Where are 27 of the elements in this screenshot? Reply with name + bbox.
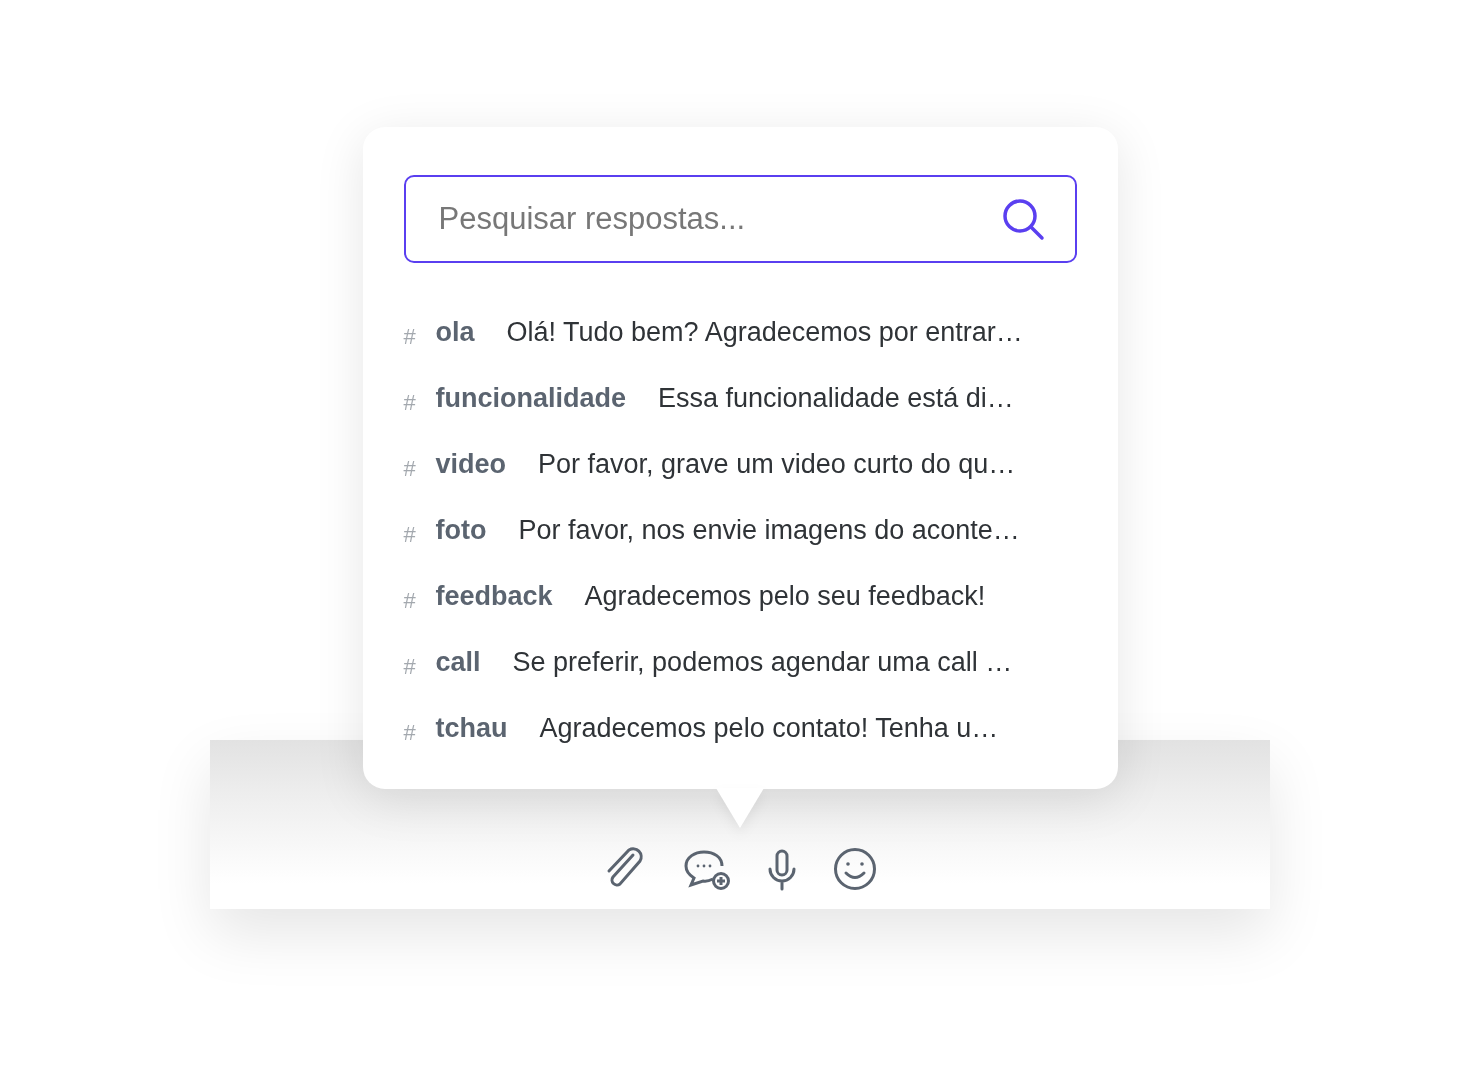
hash-mark: # <box>403 521 417 549</box>
reply-preview[interactable]: Agradecemos pelo contato! Tenha u… <box>539 708 999 749</box>
smiley-icon[interactable] <box>833 847 877 891</box>
reply-shortcut[interactable]: ola <box>435 312 475 353</box>
reply-preview[interactable]: Olá! Tudo bem? Agradecemos por entrar… <box>506 312 1023 353</box>
chat-add-icon[interactable] <box>683 849 731 891</box>
reply-shortcut[interactable]: feedback <box>435 576 553 617</box>
reply-shortcut[interactable]: foto <box>435 510 487 551</box>
reply-shortcut[interactable]: tchau <box>435 708 508 749</box>
hash-mark: # <box>403 455 417 483</box>
reply-preview[interactable]: Agradecemos pelo seu feedback! <box>584 576 986 617</box>
hash-mark: # <box>403 389 417 417</box>
hash-mark: # <box>403 323 417 351</box>
reply-shortcut[interactable]: call <box>435 642 481 683</box>
reply-preview[interactable]: Essa funcionalidade está di… <box>658 378 1014 419</box>
hash-mark: # <box>403 719 417 747</box>
microphone-icon[interactable] <box>767 849 797 891</box>
reply-shortcut[interactable]: video <box>435 444 507 485</box>
hash-mark: # <box>403 587 417 615</box>
hash-mark: # <box>403 653 417 681</box>
search-input[interactable]: Pesquisar respostas... <box>438 195 1001 243</box>
search-field[interactable]: Pesquisar respostas... <box>403 175 1077 263</box>
reply-shortcut[interactable]: funcionalidade <box>435 378 627 419</box>
reply-preview[interactable]: Por favor, grave um video curto do qu… <box>538 444 1016 485</box>
reply-preview[interactable]: Se preferir, podemos agendar uma call … <box>512 642 1013 683</box>
search-icon[interactable] <box>1000 197 1045 241</box>
reply-preview[interactable]: Por favor, nos envie imagens do aconte… <box>518 510 1020 551</box>
